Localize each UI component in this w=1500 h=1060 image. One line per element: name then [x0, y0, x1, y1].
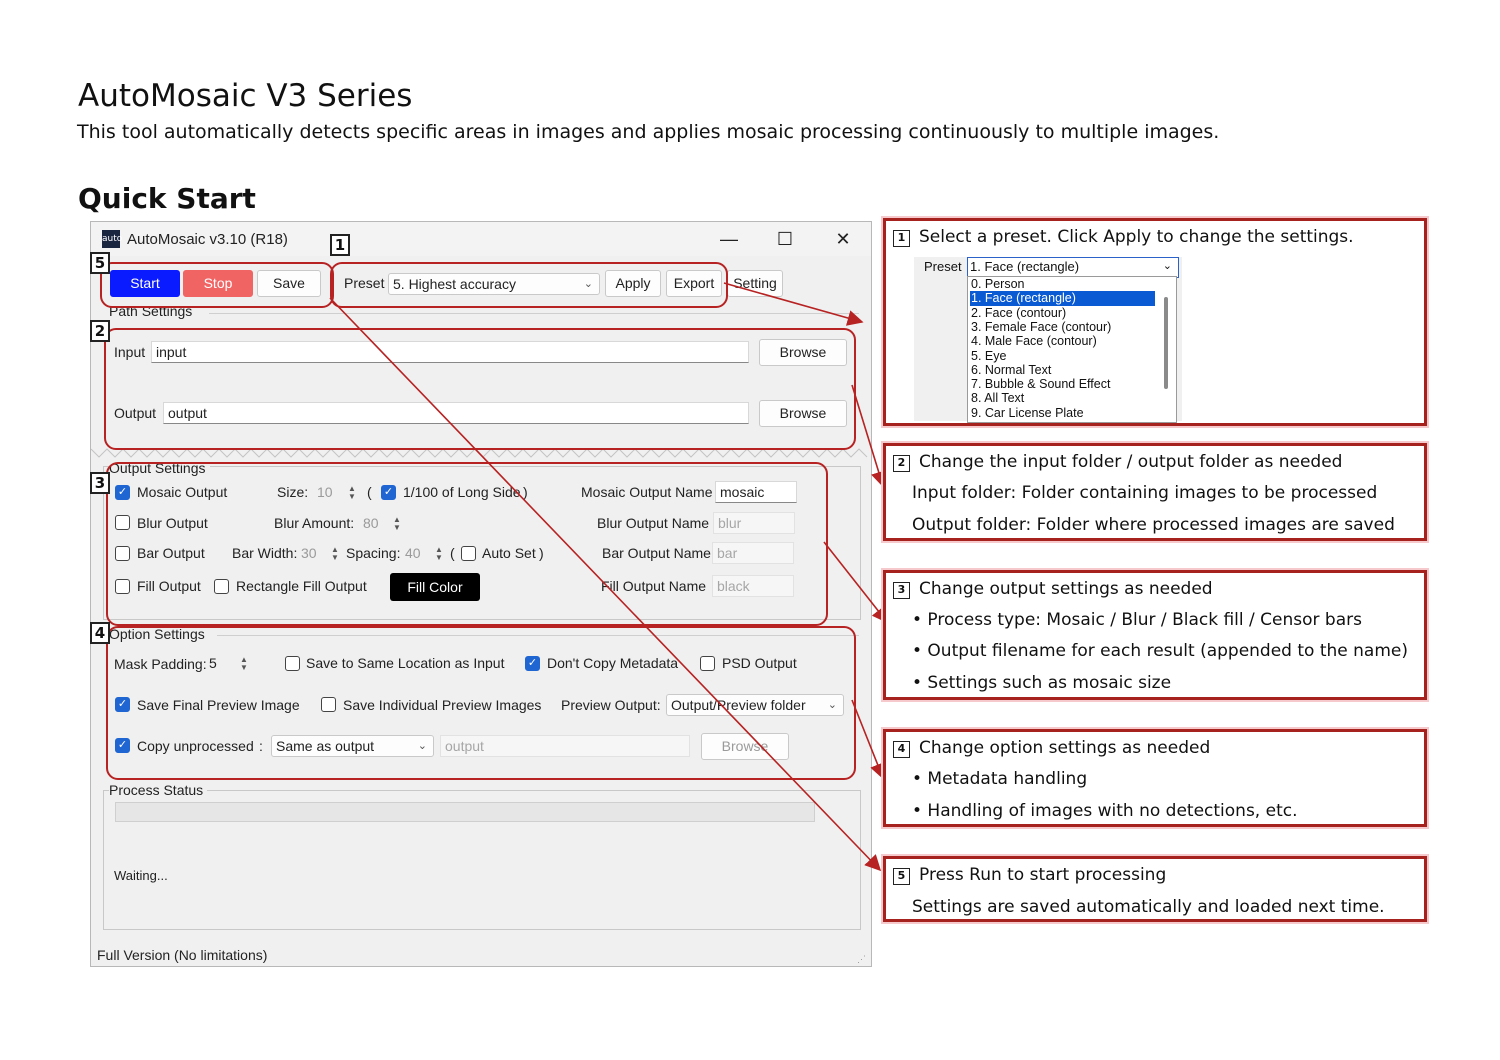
dd-option[interactable]: 8. All Text	[970, 391, 1155, 405]
note-3-line-1: Change output settings as needed	[919, 579, 1213, 599]
note-2-number: 2	[893, 455, 910, 472]
note-4-line-2: • Metadata handling	[912, 769, 1088, 789]
dd-option[interactable]: 5. Eye	[970, 349, 1155, 363]
dd-option[interactable]: 7. Bubble & Sound Effect	[970, 377, 1155, 391]
note-3: 3 Change output settings as needed • Pro…	[883, 570, 1427, 700]
dd-list: 0. Person 1. Face (rectangle) 2. Face (c…	[967, 276, 1177, 423]
note-1-number: 1	[893, 230, 910, 247]
note-1-line-1: Select a preset. Click Apply to change t…	[919, 227, 1354, 247]
note-3-line-2: • Process type: Mosaic / Blur / Black fi…	[912, 610, 1362, 630]
dd-option[interactable]: 0. Person	[970, 277, 1155, 291]
arrow-4	[851, 699, 886, 780]
note-2-line-1: Change the input folder / output folder …	[919, 452, 1343, 472]
arrow-5	[329, 297, 882, 872]
arrow-2	[851, 384, 887, 488]
note-1: 1 Select a preset. Click Apply to change…	[883, 218, 1427, 426]
arrow-3	[823, 541, 888, 624]
note-4: 4 Change option settings as needed • Met…	[883, 729, 1427, 827]
note-3-line-4: • Settings such as mosaic size	[912, 673, 1172, 693]
dd-preset-label: Preset	[924, 259, 962, 274]
dd-selected-value: 1. Face (rectangle)	[970, 259, 1080, 274]
note-2: 2 Change the input folder / output folde…	[883, 443, 1427, 541]
note-4-line-3: • Handling of images with no detections,…	[912, 801, 1298, 821]
preset-dropdown-illustration: Preset 1. Face (rectangle) ⌄ 0. Person 1…	[914, 257, 1182, 423]
note-5: 5 Press Run to start processing Settings…	[883, 856, 1427, 922]
note-2-line-2: Input folder: Folder containing images t…	[912, 483, 1378, 503]
note-5-line-1: Press Run to start processing	[919, 865, 1167, 885]
note-5-number: 5	[893, 868, 910, 885]
arrow-1	[723, 282, 864, 326]
dd-option-selected[interactable]: 1. Face (rectangle)	[970, 291, 1155, 306]
dd-option[interactable]: 4. Male Face (contour)	[970, 334, 1155, 348]
dd-scrollbar[interactable]	[1164, 297, 1168, 389]
dd-option[interactable]: 6. Normal Text	[970, 363, 1155, 377]
dd-option[interactable]: 3. Female Face (contour)	[970, 320, 1155, 334]
dd-option[interactable]: 9. Car License Plate	[970, 406, 1155, 420]
note-4-number: 4	[893, 741, 910, 758]
dd-option[interactable]: 2. Face (contour)	[970, 306, 1155, 320]
chevron-down-icon: ⌄	[1162, 260, 1172, 272]
note-5-line-2: Settings are saved automatically and loa…	[912, 897, 1385, 917]
note-3-number: 3	[893, 582, 910, 599]
note-2-line-3: Output folder: Folder where processed im…	[912, 515, 1395, 535]
note-3-line-3: • Output filename for each result (appen…	[912, 641, 1408, 661]
note-4-line-1: Change option settings as needed	[919, 738, 1211, 758]
dd-selected[interactable]: 1. Face (rectangle) ⌄	[967, 257, 1179, 278]
